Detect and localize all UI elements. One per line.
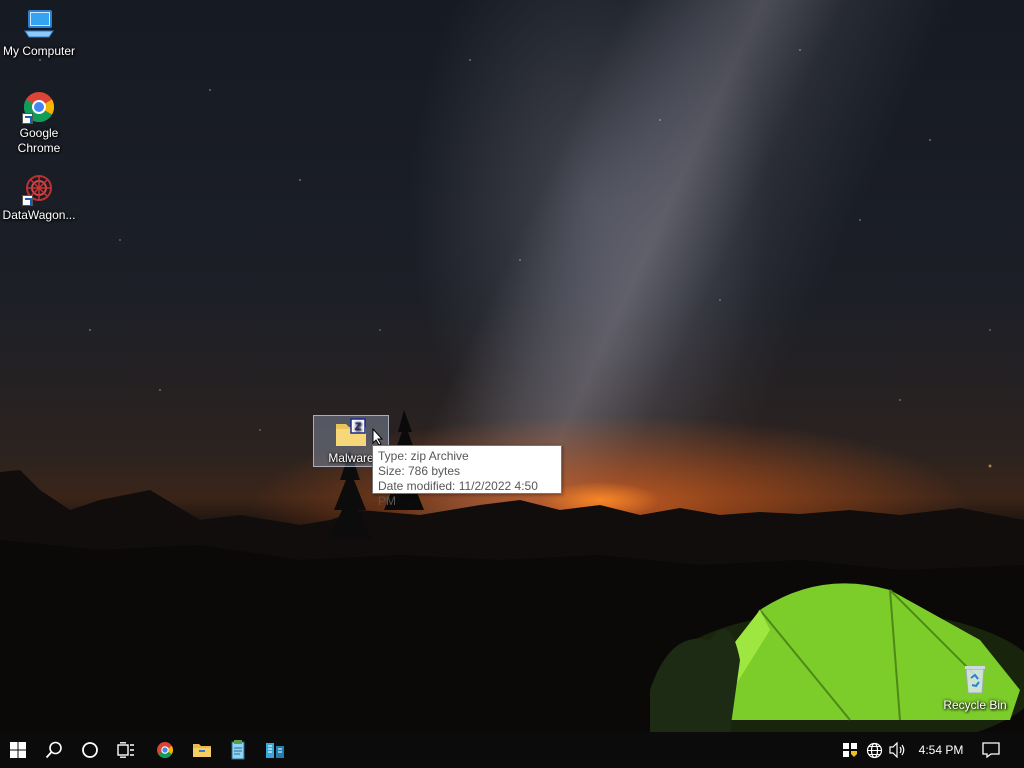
chrome-icon (22, 90, 56, 124)
network-globe-icon (866, 742, 882, 758)
desktop-icon-label: Recycle Bin (943, 698, 1007, 712)
shortcut-arrow-icon (22, 195, 33, 206)
tooltip-size: Size: 786 bytes (378, 464, 461, 478)
taskbar-datawagon[interactable] (257, 732, 293, 768)
desktop: My Computer Google Chrome DataWagon... R… (0, 0, 1024, 732)
recycle-bin-icon (958, 662, 992, 696)
mouse-cursor-icon (372, 428, 384, 446)
cortana-button[interactable] (72, 732, 108, 768)
tray-volume[interactable] (888, 732, 908, 768)
desktop-icon-my-computer[interactable]: My Computer (1, 8, 77, 59)
taskbar: 4:54 PM (0, 732, 1024, 768)
security-shield-icon (843, 743, 857, 757)
notepad-icon (231, 740, 245, 760)
desktop-icon-label: Google Chrome (17, 126, 61, 155)
computer-icon (22, 8, 56, 42)
start-icon (10, 742, 26, 758)
shortcut-arrow-icon (22, 113, 33, 124)
desktop-icon-label: My Computer (2, 44, 76, 58)
tooltip-date-modified: Date modified: 11/2/2022 4:50 PM (378, 479, 538, 508)
task-view-icon (117, 742, 134, 758)
svg-text:Z: Z (355, 421, 362, 433)
desktop-icon-google-chrome[interactable]: Google Chrome (1, 90, 77, 156)
volume-icon (889, 742, 905, 758)
tray-network[interactable] (864, 732, 884, 768)
action-center-button[interactable] (978, 732, 1004, 768)
tray-security[interactable] (840, 732, 860, 768)
chrome-icon (157, 742, 173, 758)
start-button[interactable] (0, 732, 36, 768)
tooltip-type: Type: zip Archive (378, 449, 469, 463)
datawagon-icon (22, 172, 56, 206)
file-explorer-icon (193, 744, 211, 757)
action-center-icon (982, 742, 1000, 758)
desktop-icon-datawagon[interactable]: DataWagon... (1, 172, 77, 223)
datawagon-icon (266, 743, 284, 758)
taskbar-chrome[interactable] (147, 732, 183, 768)
zip-folder-icon: Z (334, 418, 368, 448)
taskbar-notepad[interactable] (220, 732, 256, 768)
desktop-icon-label: DataWagon... (2, 208, 76, 222)
cortana-icon (82, 742, 98, 758)
desktop-icon-recycle-bin[interactable]: Recycle Bin (937, 662, 1013, 713)
task-view-button[interactable] (108, 732, 144, 768)
search-button[interactable] (36, 732, 72, 768)
taskbar-clock[interactable]: 4:54 PM (912, 732, 970, 768)
search-icon (45, 741, 62, 759)
taskbar-file-explorer[interactable] (184, 732, 220, 768)
file-info-tooltip: Type: zip Archive Size: 786 bytes Date m… (372, 445, 562, 508)
